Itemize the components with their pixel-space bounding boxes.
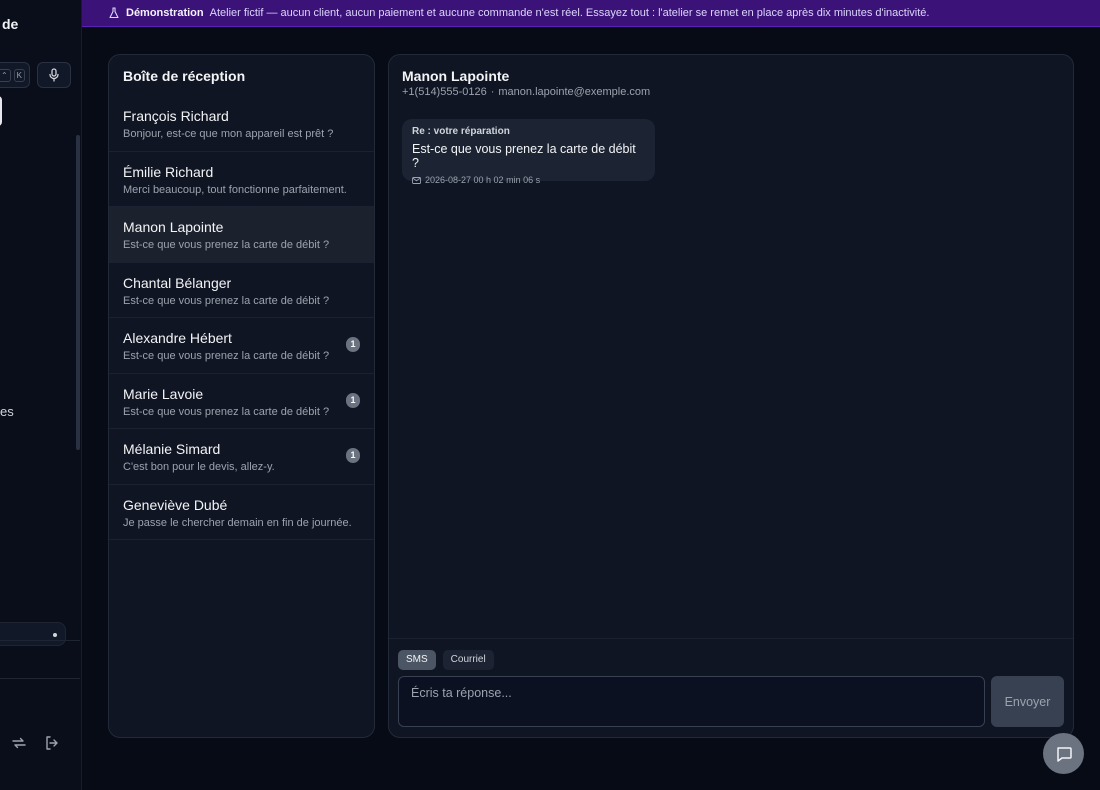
inbox-panel: Boîte de réception François Richard Bonj…: [108, 54, 375, 738]
mail-icon: [412, 176, 421, 184]
message-meta: 2026-08-27 00 h 02 min 06 s: [412, 175, 645, 185]
logout-icon[interactable]: [44, 735, 60, 751]
channel-tab-sms[interactable]: SMS: [398, 650, 436, 670]
message-body: Est-ce que vous prenez la carte de débit…: [412, 142, 636, 170]
voice-button[interactable]: [37, 62, 71, 88]
sidebar-user-card[interactable]: [0, 622, 66, 646]
contact-separator: ·: [490, 86, 495, 98]
conversation-item[interactable]: Geneviève Dubé Je passe le chercher dema…: [109, 485, 374, 540]
conversation-name: Chantal Bélanger: [123, 274, 232, 291]
conversation-preview: Je passe le chercher demain en fin de jo…: [123, 516, 352, 529]
conversation-item[interactable]: Alexandre Hébert Est-ce que vous prenez …: [109, 318, 374, 374]
conversation-item[interactable]: Marie Lavoie Est-ce que vous prenez la c…: [109, 374, 374, 429]
conversation-name: François Richard: [123, 108, 229, 124]
conversation-preview: Bonjour, est-ce que mon appareil est prê…: [123, 128, 334, 140]
conversation-name: Alexandre Hébert: [123, 330, 232, 346]
channel-tab-email[interactable]: Courriel: [442, 650, 494, 670]
command-search-button[interactable]: ⌃ K: [0, 62, 30, 88]
unread-badge: 1: [346, 392, 360, 408]
switch-shop-icon[interactable]: [11, 735, 27, 751]
sidebar-item-label[interactable]: es: [0, 404, 14, 419]
conversation-item-selected[interactable]: Manon Lapointe Est-ce que vous prenez la…: [109, 207, 374, 263]
contact-details: +1(514)555-0126 · manon.lapointe@exemple.c…: [402, 86, 650, 98]
send-button[interactable]: Envoyer: [991, 676, 1064, 727]
conversation-list: François Richard Bonjour, est-ce que mon…: [109, 96, 374, 540]
conversation-item[interactable]: Chantal Bélanger Est-ce que vous prenez …: [109, 263, 374, 318]
demo-label: Démonstration: [126, 7, 204, 19]
message-subject: Re : votre réparation: [412, 126, 510, 137]
conversation-name: Émilie Richard: [123, 163, 214, 180]
reply-input[interactable]: [398, 676, 985, 727]
unread-badge: 1: [346, 448, 360, 463]
conversation-name: Manon Lapointe: [123, 219, 224, 235]
kbd-key-ctrl: ⌃: [0, 68, 11, 82]
sidebar-divider: [0, 678, 80, 679]
conversation-name: Geneviève Dubé: [123, 496, 228, 513]
conversation-item[interactable]: Émilie Richard Merci beaucoup, tout fonc…: [109, 152, 374, 207]
channel-tabs: SMS Courriel: [398, 650, 494, 670]
chat-fab-button[interactable]: [1043, 733, 1084, 774]
kbd-key-k: K: [13, 68, 25, 82]
conversation-preview: Est-ce que vous prenez la carte de débit…: [123, 405, 330, 418]
chat-bubble-icon: [1056, 746, 1072, 762]
sidebar-active-item[interactable]: [0, 96, 2, 126]
contact-email: manon.lapointe@exemple.com: [498, 86, 651, 98]
sidebar-divider: [0, 640, 80, 641]
message-bubble: Re : votre réparation Est-ce que vous pr…: [402, 119, 655, 185]
flask-icon: [109, 7, 119, 19]
demo-banner: Démonstration Atelier fictif — aucun cli…: [82, 0, 1100, 27]
microphone-icon: [49, 68, 59, 82]
conversation-preview: Est-ce que vous prenez la carte de débit…: [123, 294, 330, 307]
conversation-item[interactable]: Mélanie Simard C'est bon pour le devis, …: [109, 429, 374, 485]
sidebar-brand[interactable]: de: [2, 16, 18, 32]
conversation-preview: Est-ce que vous prenez la carte de débit…: [123, 350, 330, 362]
contact-phone: +1(514)555-0126: [402, 86, 487, 98]
unread-badge: 1: [346, 337, 360, 352]
conversation-preview: Est-ce que vous prenez la carte de débit…: [123, 239, 330, 251]
contact-name: Manon Lapointe: [402, 68, 510, 84]
message-timestamp: 2026-08-27 00 h 02 min 06 s: [425, 175, 541, 185]
thread-panel: Manon Lapointe +1(514)555-0126 · manon.lap…: [388, 54, 1074, 738]
sidebar-scrollbar[interactable]: [76, 135, 80, 450]
conversation-preview: C'est bon pour le devis, allez-y.: [123, 461, 275, 473]
inbox-title: Boîte de réception: [123, 68, 246, 84]
conversation-name: Mélanie Simard: [123, 441, 221, 457]
status-dot: [53, 633, 57, 637]
app-root: de ⌃ K es Démonstration Atelier fictif —…: [0, 0, 1100, 790]
conversation-name: Marie Lavoie: [123, 385, 204, 402]
conversation-preview: Merci beaucoup, tout fonctionne parfaite…: [123, 183, 347, 196]
demo-message: Atelier fictif — aucun client, aucun pai…: [209, 7, 930, 19]
conversation-item[interactable]: François Richard Bonjour, est-ce que mon…: [109, 96, 374, 152]
sidebar: de ⌃ K es: [0, 0, 82, 790]
composer-divider: [389, 638, 1073, 639]
